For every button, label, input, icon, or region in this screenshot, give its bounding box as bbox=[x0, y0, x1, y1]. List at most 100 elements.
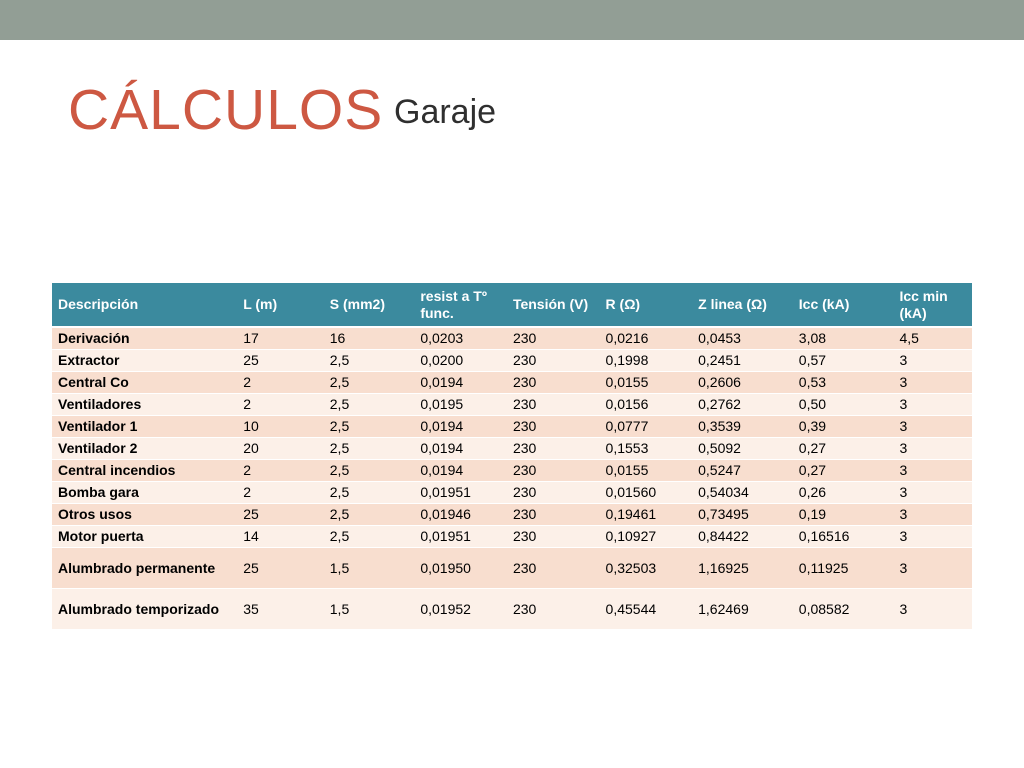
column-header-resistivity: resist a Tº func. bbox=[414, 283, 507, 328]
table-cell-impedance: 0,3539 bbox=[692, 415, 793, 438]
table-cell-section: 2,5 bbox=[323, 393, 415, 416]
table-cell-section: 1,5 bbox=[323, 588, 415, 630]
table-cell-resistivity: 0,01951 bbox=[414, 481, 507, 504]
table-row: Bomba gara 2 2,5 0,01951 230 0,01560 0,54034 0,… bbox=[52, 481, 972, 504]
table-cell-length: 2 bbox=[237, 371, 324, 394]
table-cell-resistance: 0,01560 bbox=[599, 481, 693, 504]
table-cell-section: 16 bbox=[323, 327, 415, 350]
table-cell-voltage: 230 bbox=[506, 503, 600, 526]
table-cell-icc: 0,50 bbox=[792, 393, 894, 416]
table-cell-icc-min: 3 bbox=[893, 393, 972, 416]
table-cell-length: 25 bbox=[237, 547, 324, 589]
top-bar bbox=[0, 0, 1024, 40]
table-cell-descripcion: Bomba gara bbox=[52, 481, 238, 504]
table-cell-resistivity: 0,0203 bbox=[414, 327, 507, 350]
table-cell-icc: 0,19 bbox=[792, 503, 894, 526]
table-cell-resistance: 0,19461 bbox=[599, 503, 693, 526]
table-cell-icc: 3,08 bbox=[792, 327, 894, 350]
column-header-icc: Icc (kA) bbox=[792, 283, 894, 328]
table-cell-resistance: 0,0155 bbox=[599, 459, 693, 482]
table-cell-resistivity: 0,01952 bbox=[414, 588, 507, 630]
table-cell-descripcion: Central incendios bbox=[52, 459, 238, 482]
table-cell-section: 2,5 bbox=[323, 349, 415, 372]
column-header-impedance: Z linea (Ω) bbox=[692, 283, 793, 328]
table-cell-impedance: 0,0453 bbox=[692, 327, 793, 350]
table-cell-descripcion: Alumbrado temporizado bbox=[52, 588, 238, 630]
table-cell-resistivity: 0,01950 bbox=[414, 547, 507, 589]
table-row: Derivación 17 16 0,0203 230 0,0216 0,0453 3,08 4… bbox=[52, 327, 972, 350]
table-cell-impedance: 1,16925 bbox=[692, 547, 793, 589]
column-header-voltage: Tensión (V) bbox=[506, 283, 600, 328]
table-cell-icc: 0,16516 bbox=[792, 525, 894, 548]
column-header-descripcion: Descripción bbox=[52, 283, 238, 328]
table-cell-icc-min: 3 bbox=[893, 415, 972, 438]
table-cell-resistance: 0,0156 bbox=[599, 393, 693, 416]
table-cell-descripcion: Alumbrado permanente bbox=[52, 547, 238, 589]
table-cell-icc: 0,26 bbox=[792, 481, 894, 504]
table-cell-voltage: 230 bbox=[506, 415, 600, 438]
table-row: Extractor 25 2,5 0,0200 230 0,1998 0,2451 0,57 3 bbox=[52, 349, 972, 372]
table-cell-voltage: 230 bbox=[506, 588, 600, 630]
table-row: Ventiladores 2 2,5 0,0195 230 0,0156 0,2762 0,5… bbox=[52, 393, 972, 416]
table-cell-icc: 0,27 bbox=[792, 459, 894, 482]
table-cell-icc-min: 3 bbox=[893, 547, 972, 589]
table-row: Ventilador 2 20 2,5 0,0194 230 0,1553 0,5092 0,… bbox=[52, 437, 972, 460]
table-cell-section: 2,5 bbox=[323, 437, 415, 460]
table-cell-resistivity: 0,0200 bbox=[414, 349, 507, 372]
table-cell-length: 25 bbox=[237, 503, 324, 526]
column-header-length: L (m) bbox=[237, 283, 324, 328]
table-row: Alumbrado permanente 25 1,5 0,01950 230 0,325… bbox=[52, 547, 972, 589]
table-cell-resistivity: 0,0194 bbox=[414, 371, 507, 394]
table-cell-descripcion: Ventilador 2 bbox=[52, 437, 238, 460]
table-cell-resistance: 0,10927 bbox=[599, 525, 693, 548]
table-cell-icc-min: 3 bbox=[893, 525, 972, 548]
table-cell-icc-min: 3 bbox=[893, 371, 972, 394]
table-row: Motor puerta 14 2,5 0,01951 230 0,10927 0,8442… bbox=[52, 525, 972, 548]
column-header-resistance: R (Ω) bbox=[599, 283, 693, 328]
table-cell-resistance: 0,0777 bbox=[599, 415, 693, 438]
table-cell-length: 25 bbox=[237, 349, 324, 372]
table-cell-icc-min: 3 bbox=[893, 459, 972, 482]
table-cell-impedance: 0,2762 bbox=[692, 393, 793, 416]
table-cell-descripcion: Otros usos bbox=[52, 503, 238, 526]
table-cell-impedance: 0,84422 bbox=[692, 525, 793, 548]
table-cell-resistance: 0,0155 bbox=[599, 371, 693, 394]
table-cell-descripcion: Ventilador 1 bbox=[52, 415, 238, 438]
table-cell-resistivity: 0,01946 bbox=[414, 503, 507, 526]
table-cell-resistivity: 0,0194 bbox=[414, 415, 507, 438]
table-cell-icc-min: 3 bbox=[893, 503, 972, 526]
table-cell-descripcion: Central Co bbox=[52, 371, 238, 394]
table-cell-resistivity: 0,0195 bbox=[414, 393, 507, 416]
table-cell-icc: 0,53 bbox=[792, 371, 894, 394]
table-cell-resistivity: 0,0194 bbox=[414, 437, 507, 460]
table-cell-voltage: 230 bbox=[506, 327, 600, 350]
table-cell-length: 20 bbox=[237, 437, 324, 460]
table-cell-icc: 0,08582 bbox=[792, 588, 894, 630]
table-cell-section: 1,5 bbox=[323, 547, 415, 589]
table-cell-voltage: 230 bbox=[506, 349, 600, 372]
table-cell-resistance: 0,1553 bbox=[599, 437, 693, 460]
table-cell-voltage: 230 bbox=[506, 371, 600, 394]
table-cell-length: 35 bbox=[237, 588, 324, 630]
table-cell-resistivity: 0,01951 bbox=[414, 525, 507, 548]
table-cell-section: 2,5 bbox=[323, 503, 415, 526]
table-cell-impedance: 0,73495 bbox=[692, 503, 793, 526]
slide-subtitle: Garaje bbox=[394, 93, 497, 131]
table-row: Otros usos 25 2,5 0,01946 230 0,19461 0,73495 0… bbox=[52, 503, 972, 526]
table-cell-section: 2,5 bbox=[323, 525, 415, 548]
table-cell-length: 17 bbox=[237, 327, 324, 350]
table-cell-impedance: 0,2606 bbox=[692, 371, 793, 394]
table-cell-section: 2,5 bbox=[323, 415, 415, 438]
table-cell-resistance: 0,0216 bbox=[599, 327, 693, 350]
table-row: Central Co 2 2,5 0,0194 230 0,0155 0,2606 0,53 3 bbox=[52, 371, 972, 394]
table-cell-section: 2,5 bbox=[323, 371, 415, 394]
table-cell-icc-min: 4,5 bbox=[893, 327, 972, 350]
table-cell-length: 10 bbox=[237, 415, 324, 438]
table-cell-icc-min: 3 bbox=[893, 588, 972, 630]
table-cell-voltage: 230 bbox=[506, 547, 600, 589]
table-cell-voltage: 230 bbox=[506, 393, 600, 416]
table-cell-descripcion: Derivación bbox=[52, 327, 238, 350]
slide-title: CÁLCULOS bbox=[68, 78, 384, 142]
table-cell-icc: 0,27 bbox=[792, 437, 894, 460]
calculations-table: Descripción L (m) S (mm2) resist a Tº fu… bbox=[52, 283, 972, 630]
